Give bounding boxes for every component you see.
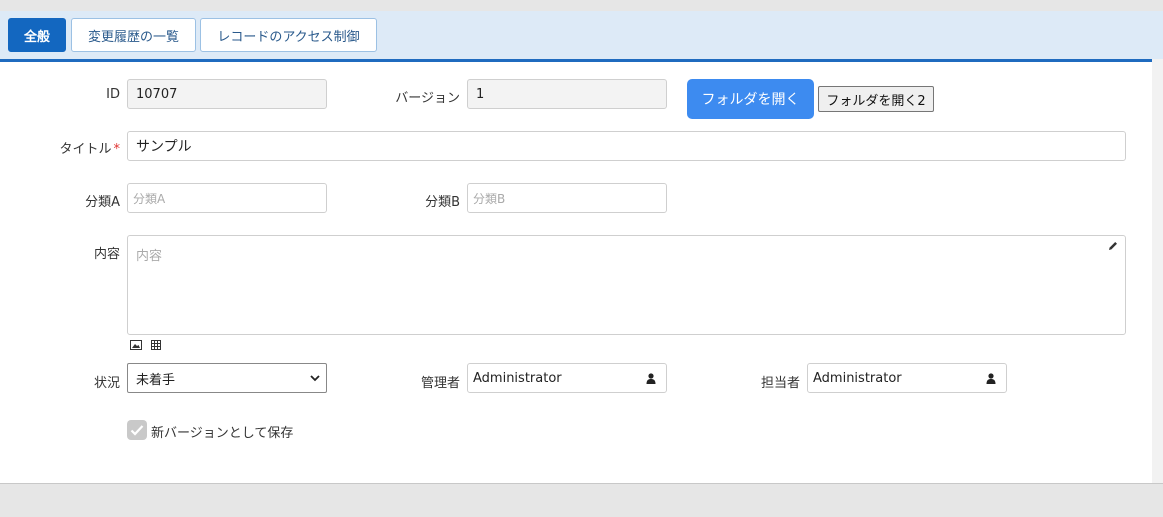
status-label: 状況 (93, 376, 120, 391)
tab-bar: 全般 変更履歴の一覧 レコードのアクセス制御 (0, 11, 1163, 59)
owner-label: 担当者 (760, 376, 800, 391)
manager-field[interactable]: Administrator (467, 363, 667, 393)
status-selected-value: 未着手 (136, 372, 176, 388)
table-icon[interactable] (151, 340, 161, 350)
id-field: 10707 (127, 79, 327, 109)
open-folder-button-2[interactable]: フォルダを開く2 (818, 86, 934, 112)
tab-access-control-label: レコードのアクセス制御 (217, 29, 360, 45)
title-label-text: タイトル (59, 142, 112, 157)
version-label: バージョン (395, 91, 460, 106)
user-icon[interactable] (646, 373, 656, 384)
scrollbar-track[interactable] (1152, 59, 1163, 483)
user-icon[interactable] (986, 373, 996, 384)
tab-change-history-label: 変更履歴の一覧 (87, 29, 179, 45)
title-input[interactable]: サンプル (127, 131, 1126, 161)
class-a-label: 分類A (85, 195, 120, 210)
pencil-icon[interactable] (1107, 240, 1119, 252)
chevron-down-icon (310, 375, 320, 382)
open-folder-button[interactable]: フォルダを開く (687, 79, 814, 119)
owner-value: Administrator (813, 370, 902, 386)
save-as-new-version-label[interactable]: 新バージョンとして保存 (151, 422, 293, 441)
status-select[interactable]: 未着手 (127, 363, 327, 393)
body-label: 内容 (93, 247, 120, 262)
check-icon (130, 425, 144, 436)
divider (0, 483, 1163, 484)
required-mark: * (113, 142, 121, 157)
save-as-new-version-checkbox[interactable] (127, 420, 147, 440)
owner-field[interactable]: Administrator (807, 363, 1007, 393)
tab-access-control[interactable]: レコードのアクセス制御 (200, 18, 377, 52)
version-field: 1 (467, 79, 667, 109)
class-b-input[interactable]: 分類B (467, 183, 667, 213)
manager-label: 管理者 (420, 376, 460, 391)
class-b-label: 分類B (425, 195, 460, 210)
title-label: タイトル * (40, 138, 120, 157)
image-icon[interactable] (130, 340, 142, 350)
class-a-input[interactable]: 分類A (127, 183, 327, 213)
tab-change-history[interactable]: 変更履歴の一覧 (71, 18, 196, 52)
id-label: ID (106, 87, 120, 102)
body-placeholder: 内容 (136, 249, 163, 264)
tab-general-label: 全般 (23, 29, 50, 45)
tab-general[interactable]: 全般 (8, 18, 66, 52)
body-textarea[interactable]: 内容 (127, 235, 1126, 335)
manager-value: Administrator (473, 370, 562, 386)
